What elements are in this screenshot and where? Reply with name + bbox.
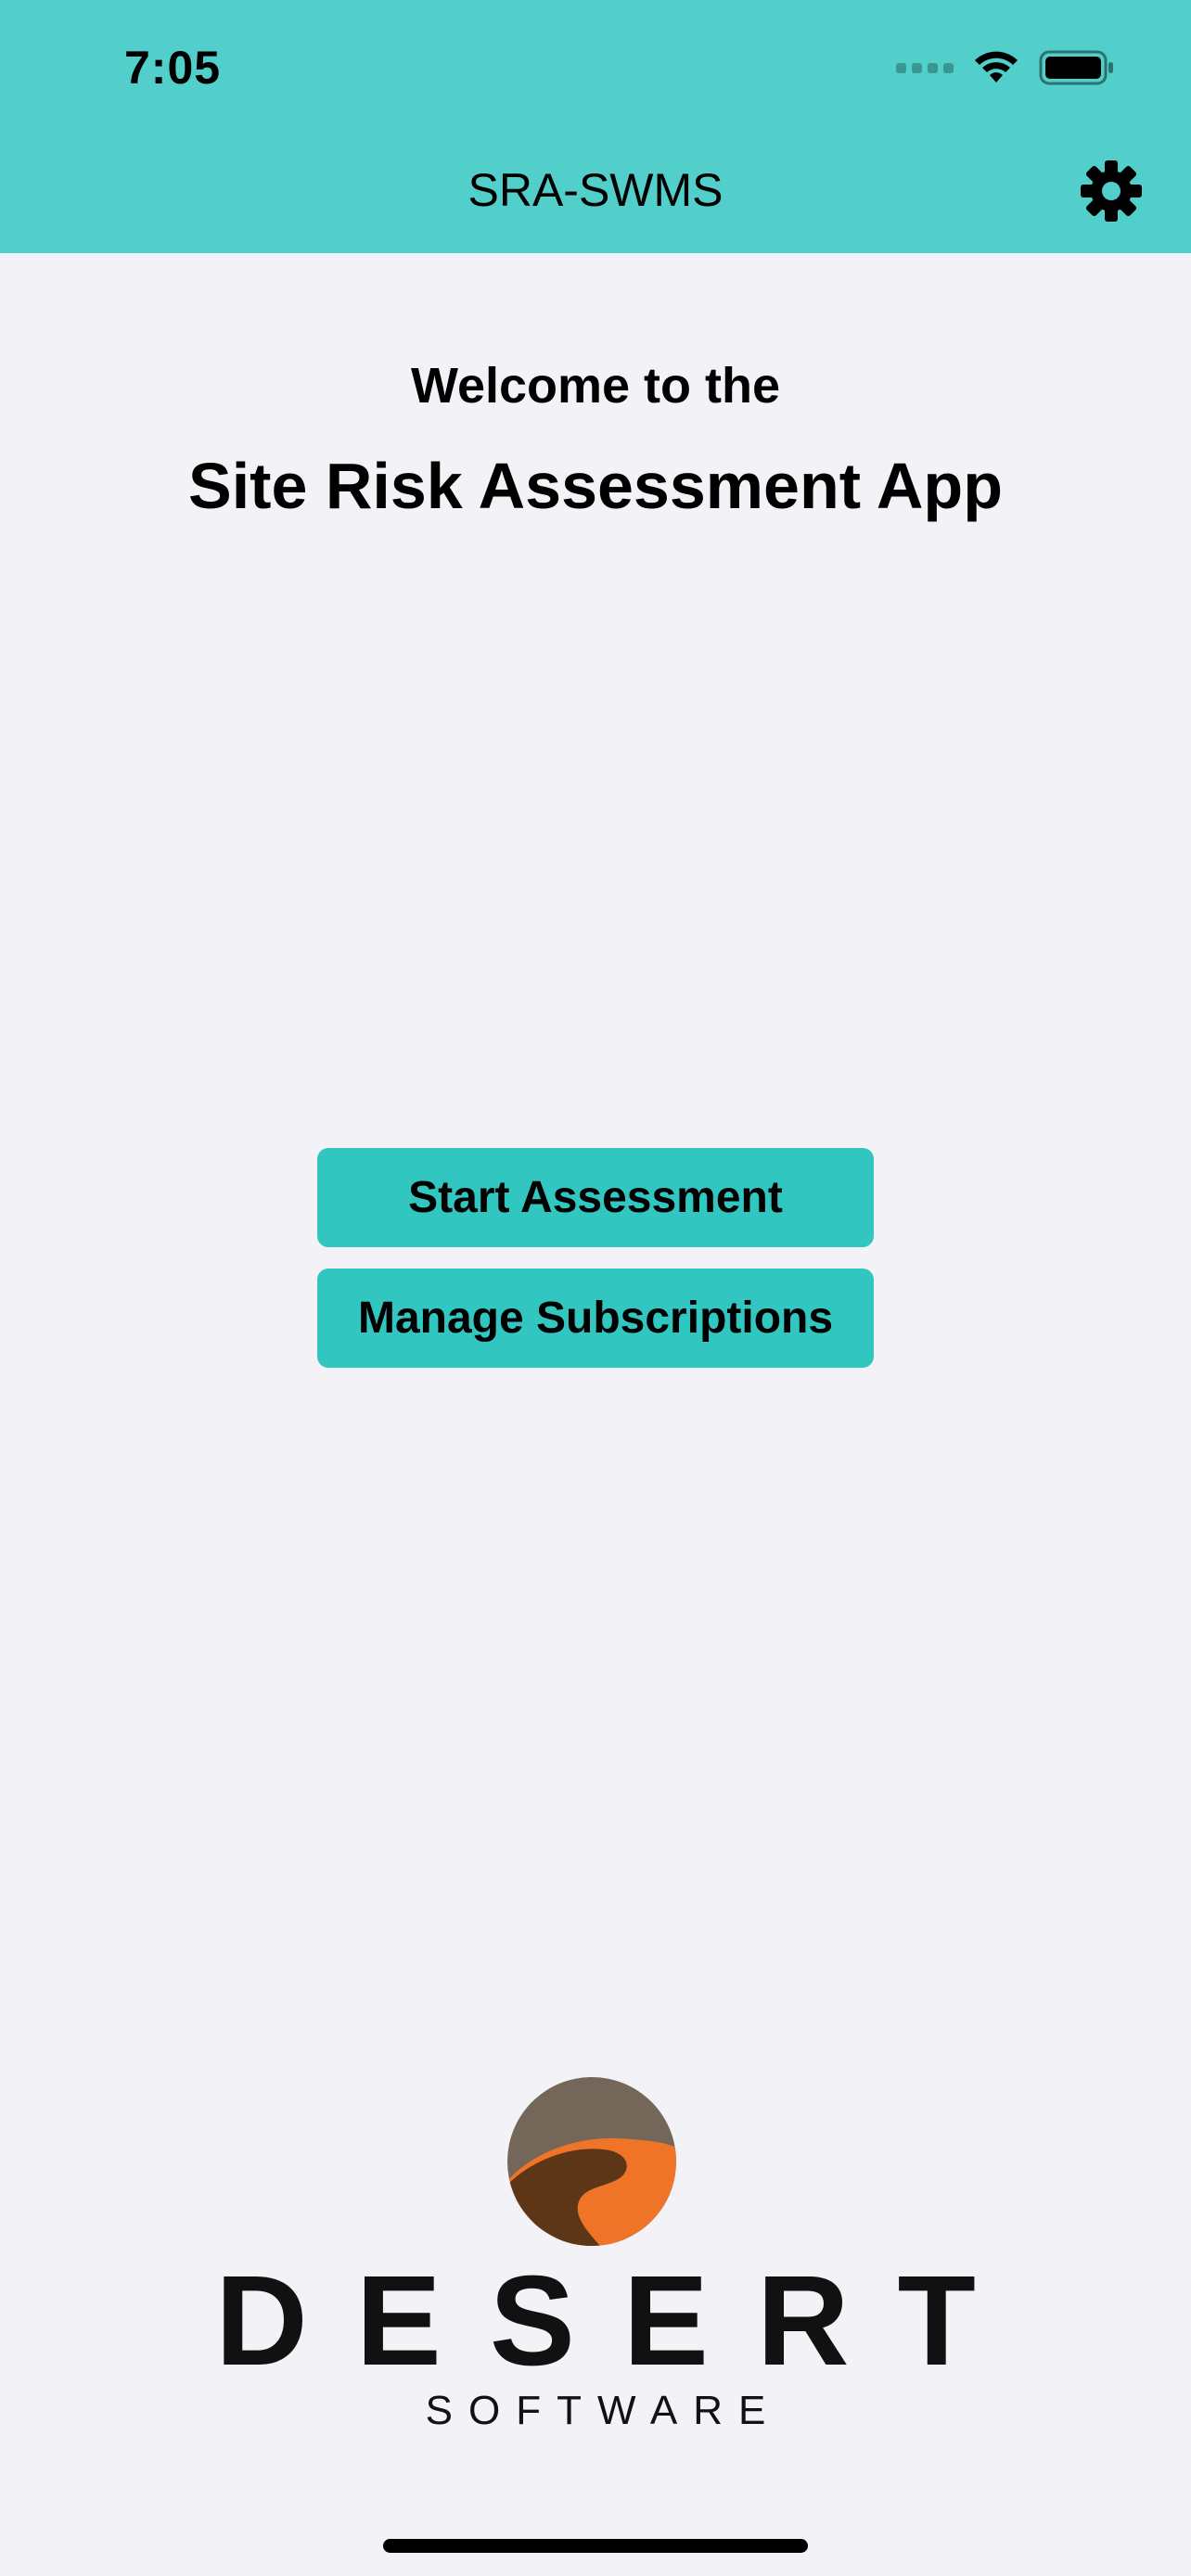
desert-logo-icon [507,2077,676,2246]
settings-button[interactable] [1076,156,1146,226]
start-assessment-button[interactable]: Start Assessment [317,1148,874,1247]
logo-wordmark: DESERT [215,2250,1024,2392]
home-indicator [383,2539,808,2553]
status-icons [896,45,1115,91]
nav-title: SRA-SWMS [467,164,724,216]
wifi-icon [975,51,1018,83]
welcome-heading: Welcome to the [410,358,781,414]
manage-subscriptions-button[interactable]: Manage Subscriptions [317,1269,874,1368]
gear-icon [1081,160,1142,222]
cellular-signal-icon [896,62,954,73]
status-time: 7:05 [124,42,222,94]
app-header: 7:05 SRA-SWMS [0,0,1191,253]
battery-icon [1039,50,1113,85]
logo-subtitle: SOFTWARE [425,2388,782,2433]
app-name-title: Site Risk Assessment App [188,450,1003,522]
